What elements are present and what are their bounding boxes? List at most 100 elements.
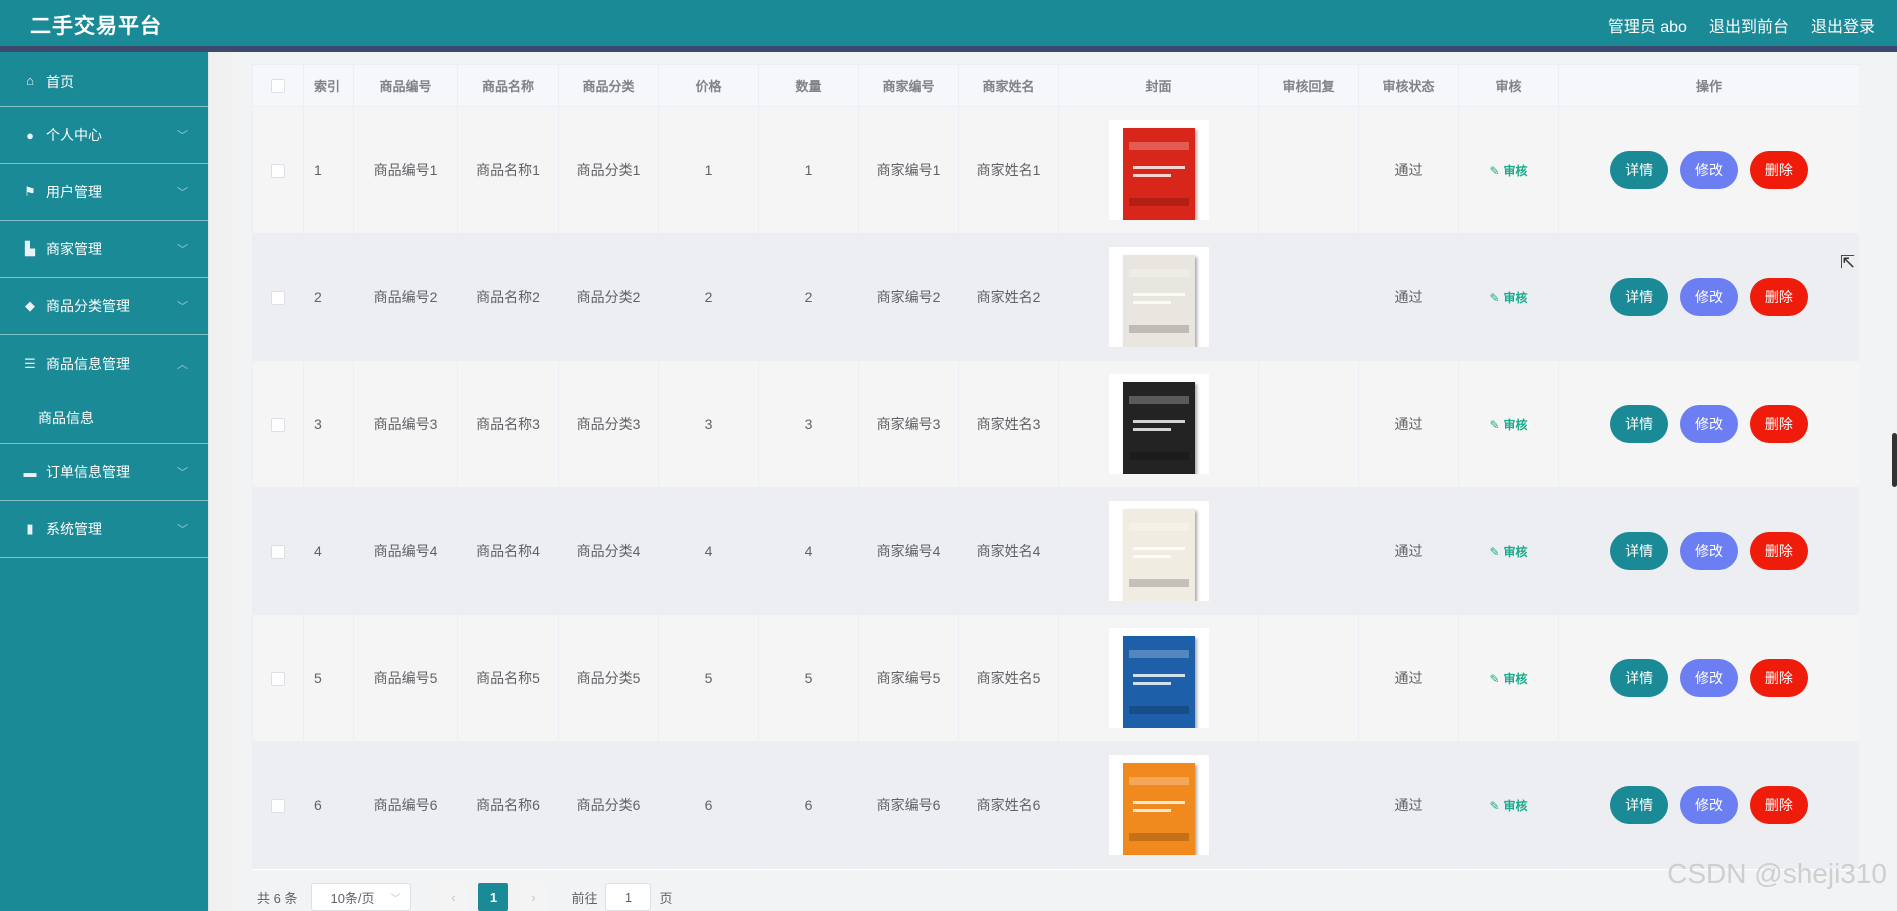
vertical-scrollbar[interactable] — [1892, 433, 1897, 487]
sidebar-item-product-info-management[interactable]: ☰ 商品信息管理 ︿ — [0, 335, 208, 392]
select-all-checkbox[interactable] — [271, 79, 285, 94]
prev-page-button[interactable]: ‹ — [438, 883, 469, 911]
row-checkbox[interactable] — [271, 545, 285, 560]
row-checkbox[interactable] — [271, 418, 285, 433]
audit-status-cell: 通过 — [1358, 360, 1459, 488]
product-name-cell: 商品名称5 — [457, 614, 559, 742]
quantity-cell: 4 — [758, 487, 859, 615]
sidebar-item-personal-center[interactable]: ● 个人中心 ﹀ — [0, 107, 208, 164]
audit-link[interactable]: ✎ 审核 — [1489, 291, 1527, 305]
sidebar-item-label: 商家管理 — [46, 241, 102, 257]
book-cover — [1122, 128, 1195, 220]
audit-link[interactable]: ✎ 审核 — [1489, 799, 1527, 813]
detail-button[interactable]: 详情 — [1610, 532, 1669, 570]
row-checkbox[interactable] — [271, 291, 285, 306]
merchant-code-cell: 商家编号5 — [858, 614, 959, 742]
sidebar-item-category-management[interactable]: ◆ 商品分类管理 ﹀ — [0, 278, 208, 335]
current-page-button[interactable]: 1 — [478, 883, 509, 911]
column-header: 审核状态 — [1358, 64, 1459, 107]
edit-button[interactable]: 修改 — [1680, 786, 1738, 824]
audit-link[interactable]: ✎ 审核 — [1489, 418, 1527, 432]
brand-title: 二手交易平台 — [30, 15, 162, 38]
detail-button[interactable]: 详情 — [1610, 405, 1669, 443]
audit-cell: ✎ 审核 — [1458, 233, 1559, 361]
row-select-cell[interactable] — [252, 106, 304, 234]
delete-button[interactable]: 删除 — [1749, 278, 1808, 316]
pagination: 共 6 条 10条/页 ﹀ ‹ 1 › 前往 1 页 — [257, 882, 673, 911]
delete-button[interactable]: 删除 — [1749, 659, 1808, 697]
list-icon: ☰ — [24, 355, 36, 371]
audit-reply-cell — [1258, 106, 1359, 234]
logout-link[interactable]: 退出登录 — [1811, 13, 1875, 37]
detail-button[interactable]: 详情 — [1610, 659, 1669, 697]
content-left-gutter — [208, 52, 232, 911]
total-count: 共 6 条 — [257, 890, 298, 906]
sidebar-item-order-management[interactable]: ▬ 订单信息管理 ﹀ — [0, 444, 208, 501]
column-header: 审核 — [1458, 64, 1559, 107]
chevron-down-icon: ﹀ — [177, 301, 188, 313]
sidebar-item-user-management[interactable]: ⚑ 用户管理 ﹀ — [0, 164, 208, 221]
row-select-cell[interactable] — [252, 741, 304, 869]
sidebar-item-system-management[interactable]: ▮ 系统管理 ﹀ — [0, 501, 208, 558]
table-row: 3 商品编号3 商品名称3 商品分类3 3 3 商家编号3 商家姓名3 通过 ✎… — [252, 360, 1859, 488]
actions-cell: 详情 修改 删除 — [1558, 233, 1859, 361]
select-all-cell[interactable] — [252, 64, 304, 107]
store-icon: ▙ — [25, 241, 35, 256]
delete-button[interactable]: 删除 — [1749, 532, 1808, 570]
location-icon: ◆ — [25, 298, 35, 313]
product-name-cell: 商品名称4 — [457, 487, 559, 615]
goto-prefix: 前往 — [571, 890, 598, 906]
delete-button[interactable]: 删除 — [1749, 405, 1808, 443]
row-checkbox[interactable] — [271, 164, 285, 179]
goto-page: 前往 1 页 — [571, 883, 673, 911]
chevron-down-icon: ﹀ — [177, 130, 188, 142]
sidebar-item-merchant-management[interactable]: ▙ 商家管理 ﹀ — [0, 221, 208, 278]
sidebar-item-home[interactable]: ⌂ 首页 — [0, 52, 208, 107]
merchant-code-cell: 商家编号3 — [858, 360, 959, 488]
page-size-select[interactable]: 10条/页 ﹀ — [311, 883, 412, 911]
top-bar: 二手交易平台 管理员 abo 退出到前台 退出登录 — [0, 0, 1897, 52]
flag-icon: ⚑ — [24, 184, 36, 199]
merchant-name-cell: 商家姓名3 — [958, 360, 1059, 488]
book-cover — [1122, 636, 1195, 728]
quantity-cell: 2 — [758, 233, 859, 361]
goto-page-input[interactable]: 1 — [605, 883, 652, 911]
audit-link[interactable]: ✎ 审核 — [1489, 164, 1527, 178]
row-checkbox[interactable] — [271, 672, 285, 687]
audit-link[interactable]: ✎ 审核 — [1489, 545, 1527, 559]
delete-button[interactable]: 删除 — [1749, 786, 1808, 824]
audit-cell: ✎ 审核 — [1458, 106, 1559, 234]
audit-cell: ✎ 审核 — [1458, 741, 1559, 869]
sidebar-subitem-product-info[interactable]: 商品信息 — [0, 392, 208, 444]
home-icon: ⌂ — [26, 72, 34, 88]
row-select-cell[interactable] — [252, 233, 304, 361]
detail-button[interactable]: 详情 — [1610, 278, 1669, 316]
row-select-cell[interactable] — [252, 360, 304, 488]
edit-pen-icon: ✎ — [1489, 671, 1500, 686]
audit-status-cell: 通过 — [1358, 233, 1459, 361]
merchant-name-cell: 商家姓名4 — [958, 487, 1059, 615]
edit-pen-icon: ✎ — [1489, 163, 1500, 178]
edit-button[interactable]: 修改 — [1680, 532, 1738, 570]
row-select-cell[interactable] — [252, 487, 304, 615]
product-category-cell: 商品分类3 — [558, 360, 659, 488]
quantity-cell: 3 — [758, 360, 859, 488]
price-cell: 1 — [658, 106, 759, 234]
top-links: 管理员 abo 退出到前台 退出登录 — [1608, 13, 1875, 37]
exit-to-front-link[interactable]: 退出到前台 — [1709, 13, 1789, 37]
edit-button[interactable]: 修改 — [1680, 278, 1738, 316]
audit-link[interactable]: ✎ 审核 — [1489, 672, 1527, 686]
next-page-button[interactable]: › — [518, 883, 549, 911]
product-category-cell: 商品分类6 — [558, 741, 659, 869]
edit-button[interactable]: 修改 — [1680, 151, 1738, 189]
edit-button[interactable]: 修改 — [1680, 405, 1738, 443]
table-row: 1 商品编号1 商品名称1 商品分类1 1 1 商家编号1 商家姓名1 通过 ✎… — [252, 106, 1859, 234]
row-select-cell[interactable] — [252, 614, 304, 742]
actions-cell: 详情 修改 删除 — [1558, 360, 1859, 488]
detail-button[interactable]: 详情 — [1610, 786, 1669, 824]
cover-cell — [1058, 741, 1259, 869]
delete-button[interactable]: 删除 — [1749, 151, 1808, 189]
edit-button[interactable]: 修改 — [1680, 659, 1738, 697]
detail-button[interactable]: 详情 — [1610, 151, 1669, 189]
row-checkbox[interactable] — [271, 799, 285, 814]
